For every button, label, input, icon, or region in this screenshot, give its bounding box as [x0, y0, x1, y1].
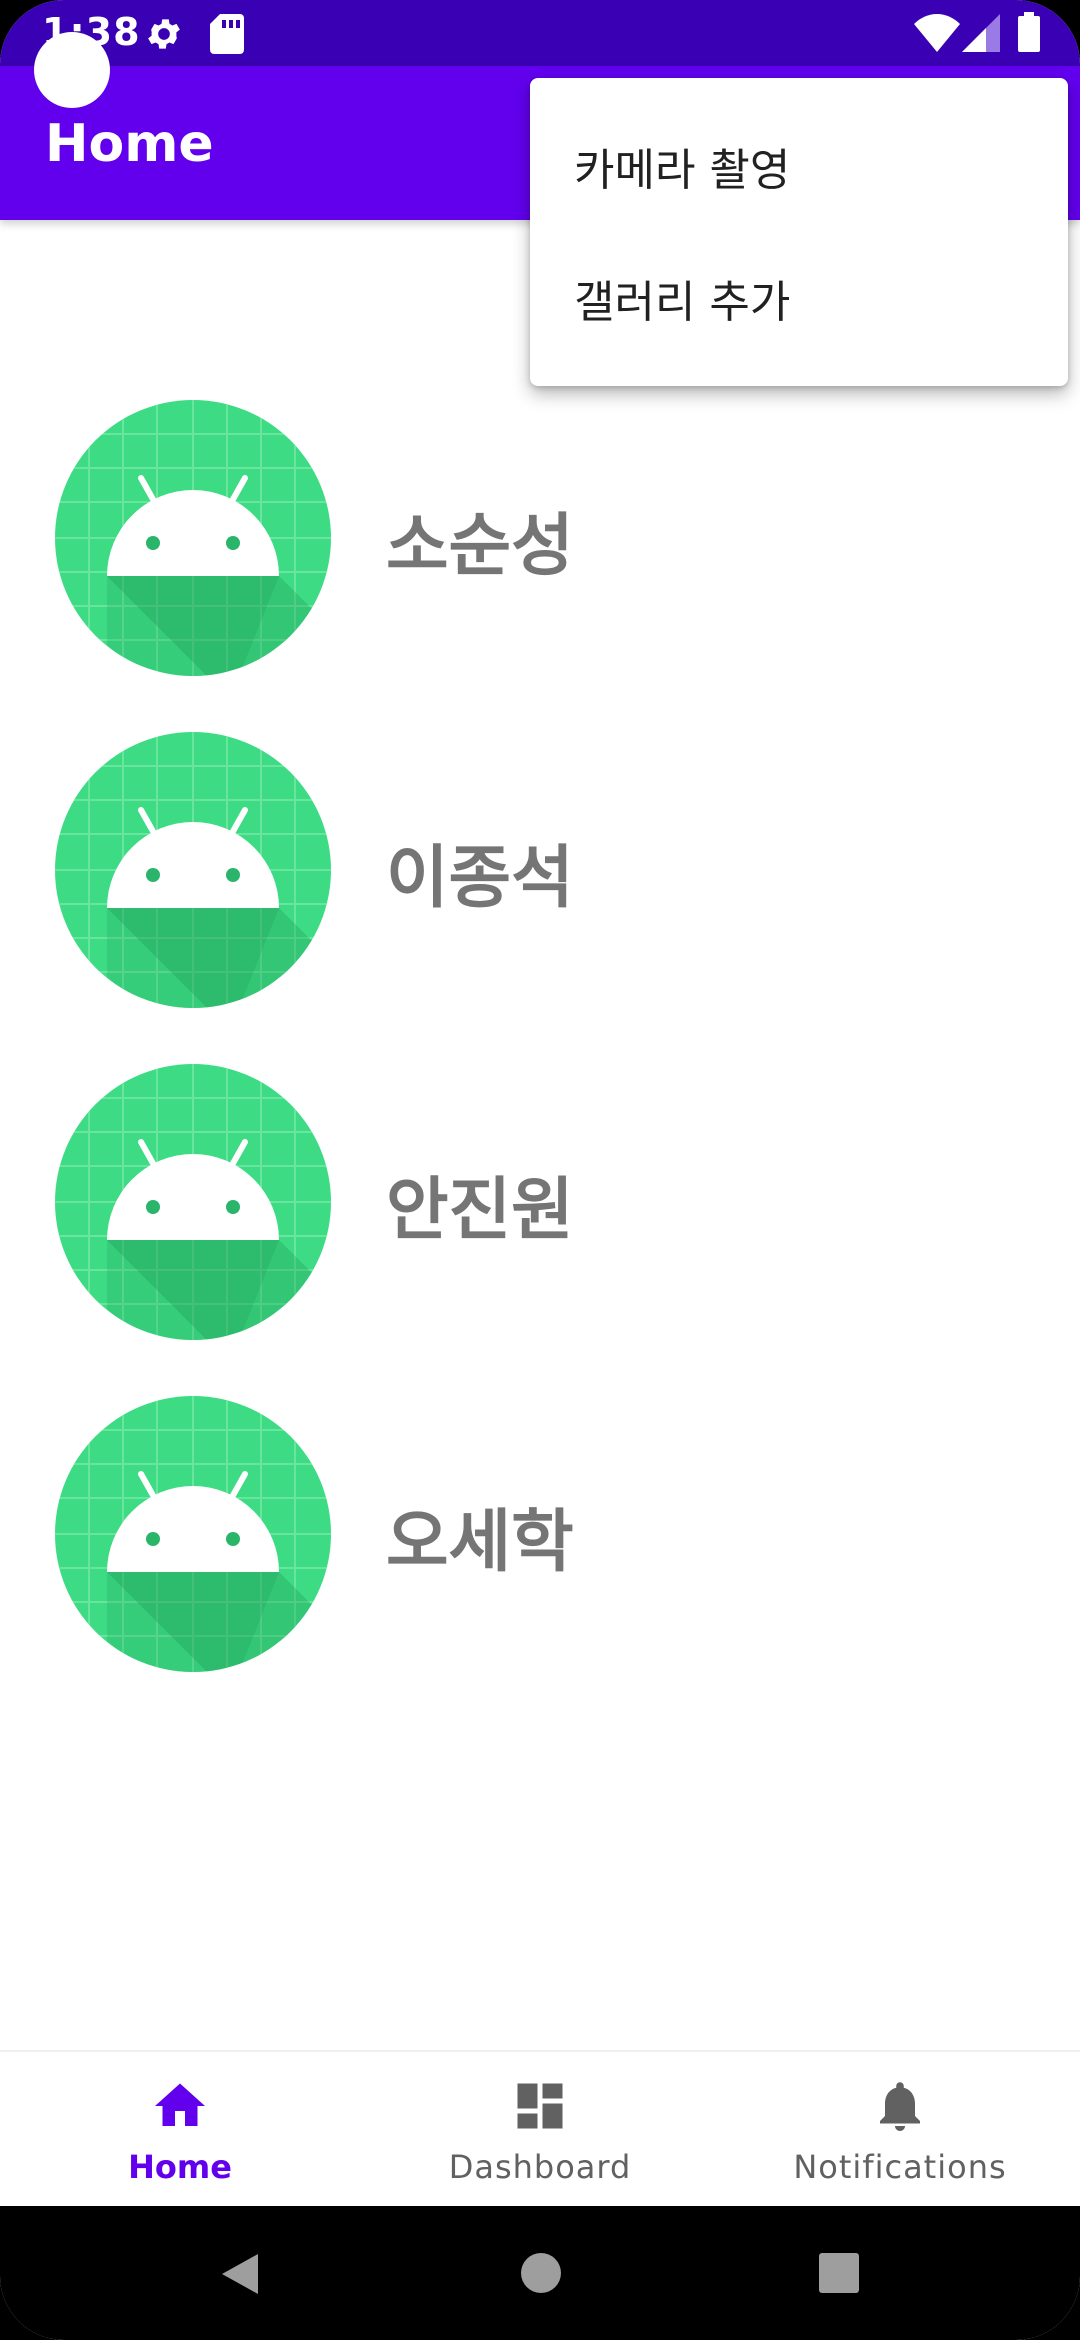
- android-avatar-icon: [55, 1396, 331, 1672]
- contact-name: 소순성: [386, 507, 574, 586]
- bottom-navigation: Home Dashboard Notifications: [0, 2050, 1080, 2208]
- device-screen: 1:38 Home 소순성 이종석 안진원 오세학 카메라 촬영 갤러리 추가 …: [0, 0, 1080, 2340]
- page-title: Home: [45, 114, 214, 174]
- list-item[interactable]: 오세학: [0, 1396, 1080, 1676]
- camera-cutout: [34, 32, 110, 108]
- home-circle-icon[interactable]: [520, 2252, 562, 2298]
- android-avatar-icon: [55, 400, 331, 676]
- nav-item-notifications[interactable]: Notifications: [720, 2052, 1080, 2208]
- nav-item-home[interactable]: Home: [0, 2052, 360, 2208]
- signal-icon: [962, 14, 1000, 56]
- list-item[interactable]: 이종석: [0, 732, 1080, 1012]
- contact-name: 안진원: [386, 1171, 574, 1250]
- list-item[interactable]: 안진원: [0, 1064, 1080, 1344]
- system-navigation-bar: [0, 2206, 1080, 2340]
- contact-name: 오세학: [386, 1503, 574, 1582]
- android-avatar-icon: [55, 1064, 331, 1340]
- nav-item-dashboard[interactable]: Dashboard: [360, 2052, 720, 2208]
- bell-icon: [870, 2076, 930, 2136]
- dashboard-icon: [510, 2076, 570, 2136]
- battery-icon: [1018, 12, 1040, 56]
- nav-label-dashboard: Dashboard: [448, 2148, 632, 2186]
- list-item[interactable]: 소순성: [0, 400, 1080, 680]
- home-icon: [150, 2076, 210, 2136]
- wifi-icon: [914, 14, 960, 56]
- sd-card-icon: [210, 14, 244, 58]
- back-icon[interactable]: [218, 2252, 262, 2300]
- nav-label-home: Home: [128, 2148, 232, 2186]
- nav-label-notifications: Notifications: [793, 2148, 1007, 2186]
- recents-icon[interactable]: [818, 2252, 860, 2298]
- overflow-menu: 카메라 촬영 갤러리 추가: [530, 78, 1068, 386]
- gear-icon: [144, 14, 184, 58]
- contact-name: 이종석: [386, 839, 574, 918]
- menu-item-camera[interactable]: 카메라 촬영: [574, 134, 790, 198]
- android-avatar-icon: [55, 732, 331, 1008]
- menu-item-gallery[interactable]: 갤러리 추가: [574, 266, 790, 330]
- status-bar: 1:38: [0, 0, 1080, 66]
